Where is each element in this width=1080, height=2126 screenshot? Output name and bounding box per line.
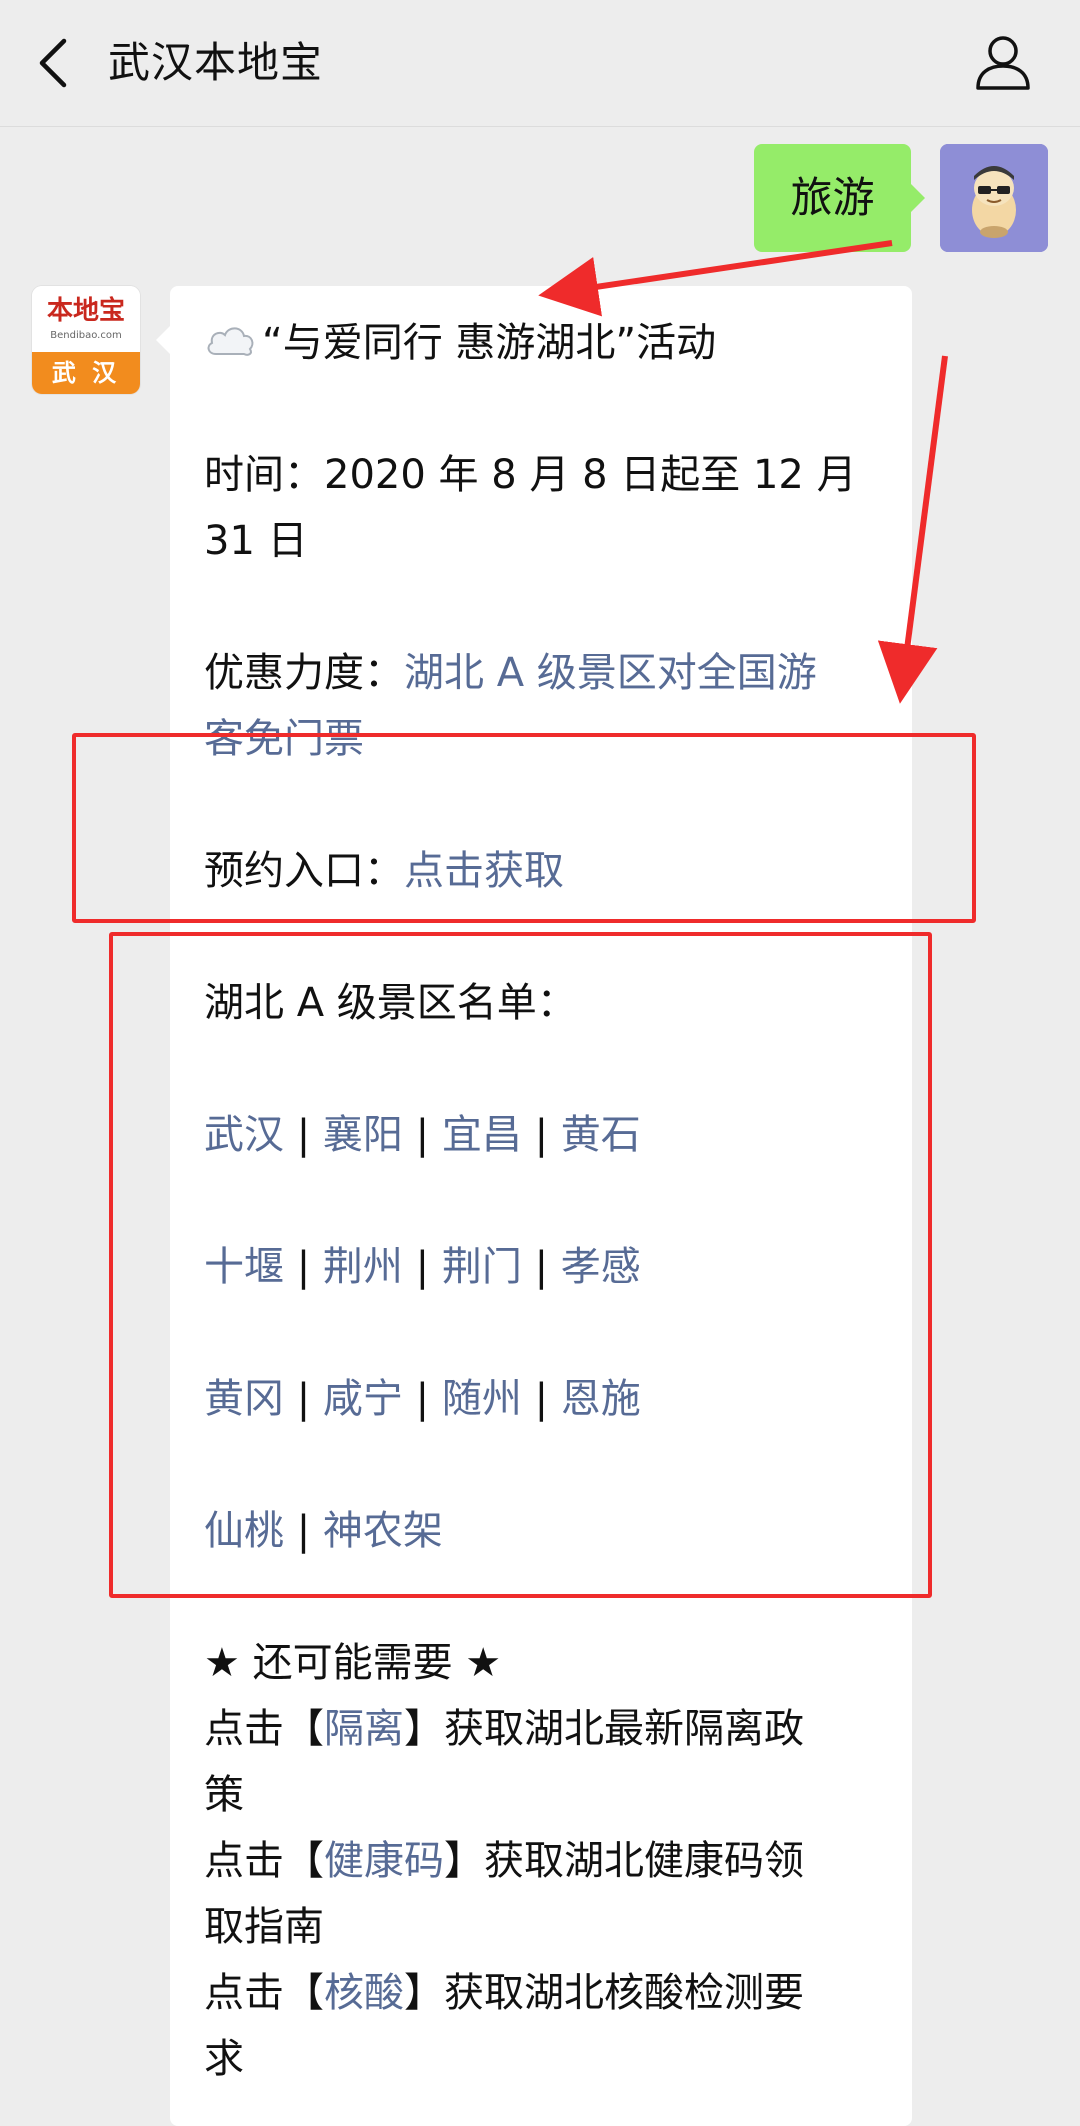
city-link[interactable]: 荆门: [442, 1244, 522, 1290]
city-link[interactable]: 恩施: [561, 1376, 641, 1422]
tip-link-health-code[interactable]: 健康码: [324, 1838, 444, 1884]
city-link[interactable]: 武汉: [204, 1112, 284, 1158]
city-link[interactable]: 宜昌: [442, 1112, 522, 1158]
user-message-bubble: 旅游: [754, 144, 925, 252]
tip-line-cont: 策: [204, 1772, 244, 1818]
bot-message-card: “与爱同行 惠游湖北”活动 时间：2020 年 8 月 8 日起至 12 月 3…: [156, 286, 912, 2126]
city-row: 黄冈 | 咸宁 | 随州 | 恩施: [204, 1376, 641, 1422]
city-link[interactable]: 荆州: [323, 1244, 403, 1290]
discount-line-cont: 客免门票: [204, 706, 894, 772]
user-avatar[interactable]: [940, 144, 1048, 252]
tip-line: 点击【核酸】获取湖北核酸检测要: [204, 1970, 804, 2016]
back-chevron-icon[interactable]: [30, 33, 80, 93]
time-line-cont: 31 日: [204, 518, 308, 564]
list-title: 湖北 A 级景区名单：: [204, 980, 577, 1026]
discount-link[interactable]: 湖北 A 级景区对全国游: [404, 650, 817, 696]
cartoon-avatar-icon: [940, 144, 1048, 252]
cloud-icon: [207, 327, 254, 356]
tip-line-cont: 求: [204, 2036, 244, 2082]
city-link[interactable]: 襄阳: [323, 1112, 403, 1158]
extra-title: ★ 还可能需要 ★: [204, 1640, 502, 1686]
bendibao-avatar[interactable]: 本地宝 Bendibao.com 武 汉: [32, 286, 140, 394]
city-link[interactable]: 孝感: [561, 1244, 641, 1290]
top-bar: 武汉本地宝: [0, 0, 1080, 127]
booking-link[interactable]: 点击获取: [404, 848, 564, 894]
city-link[interactable]: 随州: [442, 1376, 522, 1422]
city-link[interactable]: 黄石: [561, 1112, 641, 1158]
discount-line: 优惠力度：湖北 A 级景区对全国游: [204, 650, 817, 696]
city-link[interactable]: 咸宁: [323, 1376, 403, 1422]
city-link[interactable]: 黄冈: [204, 1376, 284, 1422]
tip-line: 点击【健康码】获取湖北健康码领: [204, 1838, 804, 1884]
avatar-logo-text: 本地宝: [46, 296, 125, 326]
chat-title: 武汉本地宝: [108, 38, 324, 87]
city-link[interactable]: 神农架: [323, 1508, 443, 1554]
city-row: 仙桃 | 神农架: [204, 1508, 443, 1554]
tip-link-nucleic-acid[interactable]: 核酸: [324, 1970, 404, 2016]
tip-line-cont: 取指南: [204, 1904, 324, 1950]
tip-link-quarantine[interactable]: 隔离: [324, 1706, 404, 1752]
booking-line: 预约入口：点击获取: [204, 848, 564, 894]
avatar-logo-subtext: Bendibao.com: [50, 330, 122, 341]
city-link[interactable]: 仙桃: [204, 1508, 284, 1554]
headline: “与爱同行 惠游湖北”活动: [204, 310, 894, 376]
city-link[interactable]: 十堰: [204, 1244, 284, 1290]
person-profile-icon[interactable]: [972, 30, 1034, 92]
city-row: 十堰 | 荆州 | 荆门 | 孝感: [204, 1244, 641, 1290]
city-row: 武汉 | 襄阳 | 宜昌 | 黄石: [204, 1112, 641, 1158]
avatar-city: 武 汉: [32, 352, 140, 394]
discount-link-cont[interactable]: 客免门票: [204, 716, 364, 762]
time-line: 时间：2020 年 8 月 8 日起至 12 月: [204, 452, 857, 498]
tip-line: 点击【隔离】获取湖北最新隔离政: [204, 1706, 804, 1752]
